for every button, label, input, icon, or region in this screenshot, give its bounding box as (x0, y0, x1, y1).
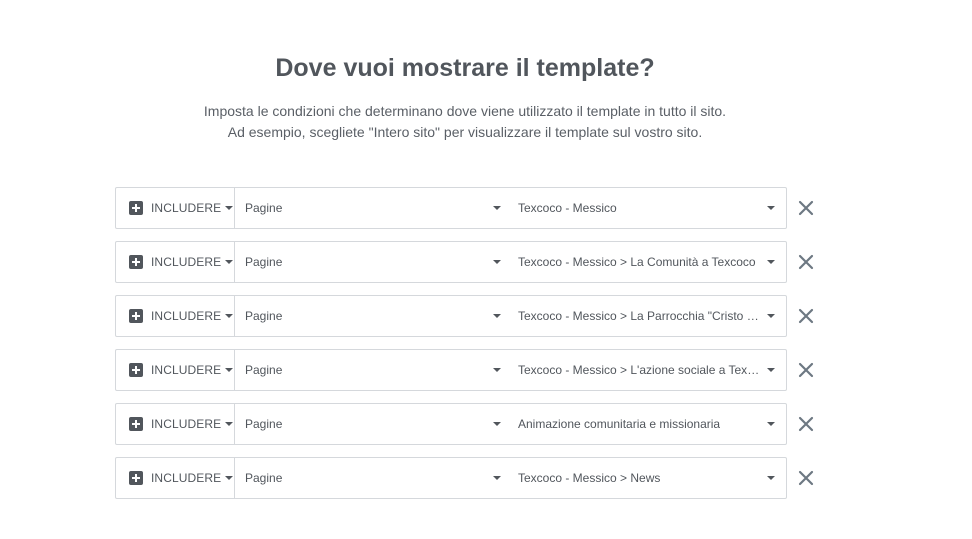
condition-sub-value: Texcoco - Messico > L'azione sociale a T… (518, 363, 763, 377)
description-line-2: Ad esempio, scegliete "Intero sito" per … (227, 124, 703, 140)
condition-row: INCLUDERE Pagine Animazione comunitaria … (115, 403, 825, 445)
condition-row: INCLUDERE Pagine Texcoco - Messico > L'a… (115, 349, 825, 391)
close-icon (798, 470, 814, 486)
condition-name-select[interactable]: Pagine (235, 458, 508, 498)
plus-square-icon (129, 309, 143, 323)
caret-down-icon (767, 206, 775, 210)
conditions-list: INCLUDERE Pagine Texcoco - Messico INCLU… (115, 187, 825, 511)
page-description: Imposta le condizioni che determinano do… (0, 101, 930, 143)
caret-down-icon (225, 476, 234, 480)
caret-down-icon (767, 368, 775, 372)
condition-box: INCLUDERE Pagine Texcoco - Messico (115, 187, 787, 229)
condition-box: INCLUDERE Pagine Texcoco - Messico > La … (115, 241, 787, 283)
condition-type-label: INCLUDERE (151, 471, 222, 485)
condition-sub-select[interactable]: Texcoco - Messico (508, 188, 786, 228)
condition-type-select[interactable]: INCLUDERE (116, 404, 235, 444)
remove-condition-button[interactable] (797, 469, 815, 487)
close-icon (798, 362, 814, 378)
condition-type-select[interactable]: INCLUDERE (116, 188, 235, 228)
condition-type-label: INCLUDERE (151, 309, 222, 323)
condition-name-value: Pagine (245, 309, 283, 323)
condition-row: INCLUDERE Pagine Texcoco - Messico > La … (115, 241, 825, 283)
close-icon (798, 254, 814, 270)
caret-down-icon (225, 422, 234, 426)
close-icon (798, 200, 814, 216)
condition-sub-value: Texcoco - Messico > La Parrocchia "Crist… (518, 309, 763, 323)
condition-sub-select[interactable]: Texcoco - Messico > La Parrocchia "Crist… (508, 296, 786, 336)
condition-name-select[interactable]: Pagine (235, 404, 508, 444)
condition-sub-select[interactable]: Texcoco - Messico > L'azione sociale a T… (508, 350, 786, 390)
condition-type-label: INCLUDERE (151, 363, 222, 377)
plus-square-icon (129, 255, 143, 269)
condition-box: INCLUDERE Pagine Animazione comunitaria … (115, 403, 787, 445)
condition-name-select[interactable]: Pagine (235, 350, 508, 390)
close-icon (798, 416, 814, 432)
caret-down-icon (493, 206, 501, 210)
close-icon (798, 308, 814, 324)
condition-row: INCLUDERE Pagine Texcoco - Messico > La … (115, 295, 825, 337)
remove-condition-button[interactable] (797, 361, 815, 379)
description-line-1: Imposta le condizioni che determinano do… (203, 103, 727, 119)
condition-sub-value: Texcoco - Messico > News (518, 471, 661, 485)
condition-box: INCLUDERE Pagine Texcoco - Messico > New… (115, 457, 787, 499)
condition-type-select[interactable]: INCLUDERE (116, 350, 235, 390)
plus-square-icon (129, 201, 143, 215)
remove-condition-button[interactable] (797, 253, 815, 271)
caret-down-icon (225, 314, 234, 318)
condition-sub-select[interactable]: Animazione comunitaria e missionaria (508, 404, 786, 444)
caret-down-icon (767, 476, 775, 480)
condition-name-select[interactable]: Pagine (235, 188, 508, 228)
condition-box: INCLUDERE Pagine Texcoco - Messico > La … (115, 295, 787, 337)
page-title: Dove vuoi mostrare il template? (275, 54, 655, 82)
condition-type-select[interactable]: INCLUDERE (116, 242, 235, 282)
condition-sub-value: Animazione comunitaria e missionaria (518, 417, 721, 431)
condition-sub-select[interactable]: Texcoco - Messico > News (508, 458, 786, 498)
condition-type-label: INCLUDERE (151, 201, 222, 215)
remove-condition-button[interactable] (797, 307, 815, 325)
condition-name-select[interactable]: Pagine (235, 296, 508, 336)
caret-down-icon (493, 260, 501, 264)
condition-name-select[interactable]: Pagine (235, 242, 508, 282)
condition-row: INCLUDERE Pagine Texcoco - Messico (115, 187, 825, 229)
condition-type-label: INCLUDERE (151, 255, 222, 269)
condition-sub-value: Texcoco - Messico > La Comunità a Texcoc… (518, 255, 756, 269)
condition-name-value: Pagine (245, 471, 283, 485)
condition-sub-select[interactable]: Texcoco - Messico > La Comunità a Texcoc… (508, 242, 786, 282)
plus-square-icon (129, 363, 143, 377)
condition-type-select[interactable]: INCLUDERE (116, 458, 235, 498)
remove-condition-button[interactable] (797, 199, 815, 217)
condition-name-value: Pagine (245, 201, 283, 215)
caret-down-icon (493, 476, 501, 480)
condition-type-select[interactable]: INCLUDERE (116, 296, 235, 336)
remove-condition-button[interactable] (797, 415, 815, 433)
caret-down-icon (225, 206, 234, 210)
caret-down-icon (493, 314, 501, 318)
condition-sub-value: Texcoco - Messico (518, 201, 617, 215)
conditions-screen: Dove vuoi mostrare il template? Imposta … (0, 0, 972, 539)
condition-name-value: Pagine (245, 363, 283, 377)
condition-name-value: Pagine (245, 417, 283, 431)
condition-row: INCLUDERE Pagine Texcoco - Messico > New… (115, 457, 825, 499)
plus-square-icon (129, 417, 143, 431)
caret-down-icon (767, 314, 775, 318)
condition-name-value: Pagine (245, 255, 283, 269)
caret-down-icon (225, 368, 234, 372)
caret-down-icon (225, 260, 234, 264)
plus-square-icon (129, 471, 143, 485)
caret-down-icon (493, 422, 501, 426)
condition-type-label: INCLUDERE (151, 417, 222, 431)
caret-down-icon (767, 260, 775, 264)
condition-box: INCLUDERE Pagine Texcoco - Messico > L'a… (115, 349, 787, 391)
caret-down-icon (767, 422, 775, 426)
caret-down-icon (493, 368, 501, 372)
